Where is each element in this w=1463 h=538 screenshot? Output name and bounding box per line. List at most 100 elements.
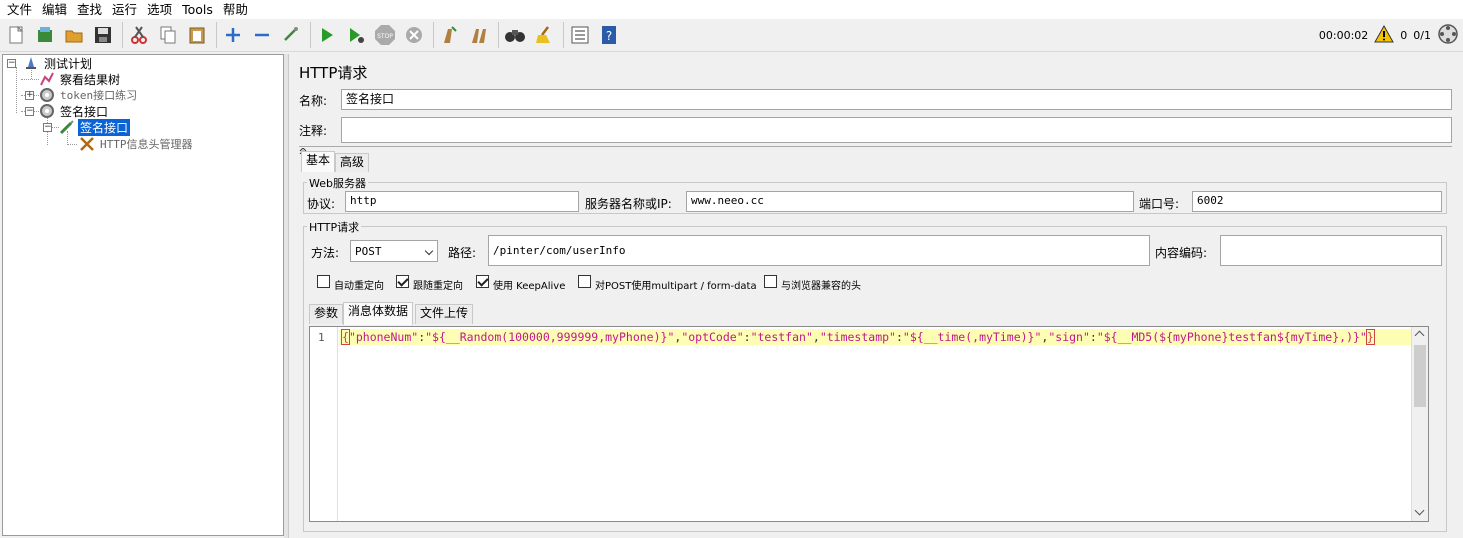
web-server-legend: Web服务器 (307, 175, 368, 191)
port-label: 端口号: (1139, 197, 1180, 211)
clear-icon[interactable] (437, 22, 463, 48)
protocol-label: 协议: (307, 197, 336, 211)
method-label: 方法: (311, 246, 340, 260)
tree-node-results-tree[interactable]: 察看结果树 (39, 71, 122, 87)
browser-headers-checkbox[interactable] (764, 275, 777, 288)
test-plan-tree[interactable]: − 测试计划 察看结果树 + token接口练习 − 签名接口 − 签名接口 H… (2, 54, 284, 536)
shutdown-icon[interactable] (401, 22, 427, 48)
follow-redirect-label: 跟随重定向 (413, 281, 463, 292)
menu-options[interactable]: 选项 (142, 0, 177, 19)
tree-node-label: token接口练习 (60, 89, 138, 102)
toolbar-separator (433, 22, 434, 48)
remote-icon[interactable] (1437, 23, 1459, 48)
code-punctuation: : (743, 330, 751, 344)
name-input[interactable]: 签名接口 (341, 89, 1452, 110)
help-icon[interactable]: ? (596, 22, 622, 48)
tree-node-label: 签名接口 (78, 118, 131, 136)
toolbar-separator (216, 22, 217, 48)
save-icon[interactable] (90, 22, 116, 48)
tree-node-token-group[interactable]: token接口练习 (39, 87, 139, 103)
editor-scrollbar[interactable] (1411, 327, 1428, 521)
multipart-checkbox[interactable] (578, 275, 591, 288)
encoding-input[interactable] (1220, 235, 1442, 266)
toolbar-separator (122, 22, 123, 48)
server-input[interactable]: www.neeo.cc (686, 191, 1134, 212)
comment-input[interactable] (341, 117, 1452, 143)
auto-redirect-checkbox[interactable] (317, 275, 330, 288)
tree-node-label: 察看结果树 (60, 72, 121, 87)
tree-node-label: 签名接口 (60, 104, 109, 119)
code-string: "timestamp" (819, 330, 896, 344)
tree-node-sign-sampler[interactable]: 签名接口 (59, 118, 131, 136)
tree-node-header-manager[interactable]: HTTP信息头管理器 (79, 136, 195, 152)
method-select[interactable]: POST (350, 240, 438, 262)
status-area: 00:00:02 0 0/1 (1319, 19, 1459, 52)
warning-icon[interactable] (1374, 24, 1395, 46)
path-input[interactable]: /pinter/com/userInfo (488, 235, 1150, 266)
tree-collapse-toggle[interactable]: − (7, 59, 16, 68)
menu-bar: 文件 编辑 查找 运行 选项 Tools 帮助 (0, 0, 1463, 19)
chevron-down-icon (424, 246, 434, 256)
multipart-label: 对POST使用multipart / form-data (595, 281, 757, 292)
menu-edit[interactable]: 编辑 (37, 0, 72, 19)
test-plan-icon (23, 55, 39, 71)
tree-collapse-toggle[interactable]: − (43, 123, 52, 132)
svg-text:?: ? (606, 29, 612, 43)
page-title: HTTP请求 (299, 64, 368, 82)
menu-file[interactable]: 文件 (2, 0, 37, 19)
toggle-icon[interactable] (278, 22, 304, 48)
keepalive-checkbox[interactable] (476, 275, 489, 288)
tab-file-upload[interactable]: 文件上传 (415, 304, 474, 324)
cut-icon[interactable] (126, 22, 152, 48)
tab-parameters[interactable]: 参数 (309, 304, 344, 324)
broom-icon[interactable] (531, 22, 557, 48)
tab-body-data[interactable]: 消息体数据 (343, 302, 414, 325)
templates-icon[interactable] (32, 22, 58, 48)
auto-redirect-label: 自动重定向 (334, 281, 384, 292)
start-icon[interactable] (314, 22, 340, 48)
http-request-panel: HTTP请求 名称: 签名接口 注释: 基本 高级 Web服务器 协议: htt… (288, 54, 1463, 538)
line-gutter: 1 (310, 327, 338, 521)
tree-collapse-toggle[interactable]: − (25, 107, 34, 116)
tree-node-test-plan[interactable]: 测试计划 (23, 55, 94, 71)
code-line[interactable]: {"phoneNum": "${__Random(100000,999999,my… (341, 329, 1375, 345)
code-string: "sign" (1048, 330, 1090, 344)
tab-advanced[interactable]: 高级 (335, 153, 370, 172)
thread-group-gear-icon (39, 87, 55, 103)
toolbar: STOP ? 00:00:02 0 0/1 (0, 19, 1463, 52)
collapse-icon[interactable] (249, 22, 275, 48)
expand-icon[interactable] (220, 22, 246, 48)
warning-count: 0 (1400, 29, 1408, 42)
copy-icon[interactable] (155, 22, 181, 48)
code-string: "${__time(,myTime)}" (902, 330, 1042, 344)
tab-basic[interactable]: 基本 (301, 151, 336, 172)
new-icon[interactable] (3, 22, 29, 48)
code-string: "testfan" (750, 330, 813, 344)
thread-count: 0/1 (1413, 29, 1431, 42)
chevron-up-icon[interactable] (1414, 330, 1425, 341)
function-helper-icon[interactable] (567, 22, 593, 48)
clear-all-icon[interactable] (466, 22, 492, 48)
follow-redirect-checkbox[interactable] (396, 275, 409, 288)
search-icon[interactable] (502, 22, 528, 48)
menu-tools[interactable]: Tools (177, 0, 218, 19)
svg-text:STOP: STOP (377, 33, 393, 40)
chevron-down-icon[interactable] (1414, 505, 1425, 516)
tree-node-sign-group[interactable]: 签名接口 (39, 103, 110, 119)
start-no-pause-icon[interactable] (343, 22, 369, 48)
protocol-input[interactable]: http (345, 191, 579, 212)
code-string: "${__Random(100000,999999,myPhone)}" (425, 330, 675, 344)
body-data-editor[interactable]: 1 {"phoneNum": "${__Random(100000,999999,… (309, 326, 1429, 522)
open-icon[interactable] (61, 22, 87, 48)
scroll-thumb[interactable] (1414, 345, 1426, 407)
divider (299, 146, 1452, 147)
tree-expand-toggle[interactable]: + (25, 91, 34, 100)
menu-search[interactable]: 查找 (72, 0, 107, 19)
menu-help[interactable]: 帮助 (218, 0, 253, 19)
paste-icon[interactable] (184, 22, 210, 48)
menu-run[interactable]: 运行 (107, 0, 142, 19)
results-tree-icon (39, 71, 55, 87)
tree-node-label: 测试计划 (44, 56, 93, 71)
port-input[interactable]: 6002 (1192, 191, 1442, 212)
stop-icon[interactable]: STOP (372, 22, 398, 48)
